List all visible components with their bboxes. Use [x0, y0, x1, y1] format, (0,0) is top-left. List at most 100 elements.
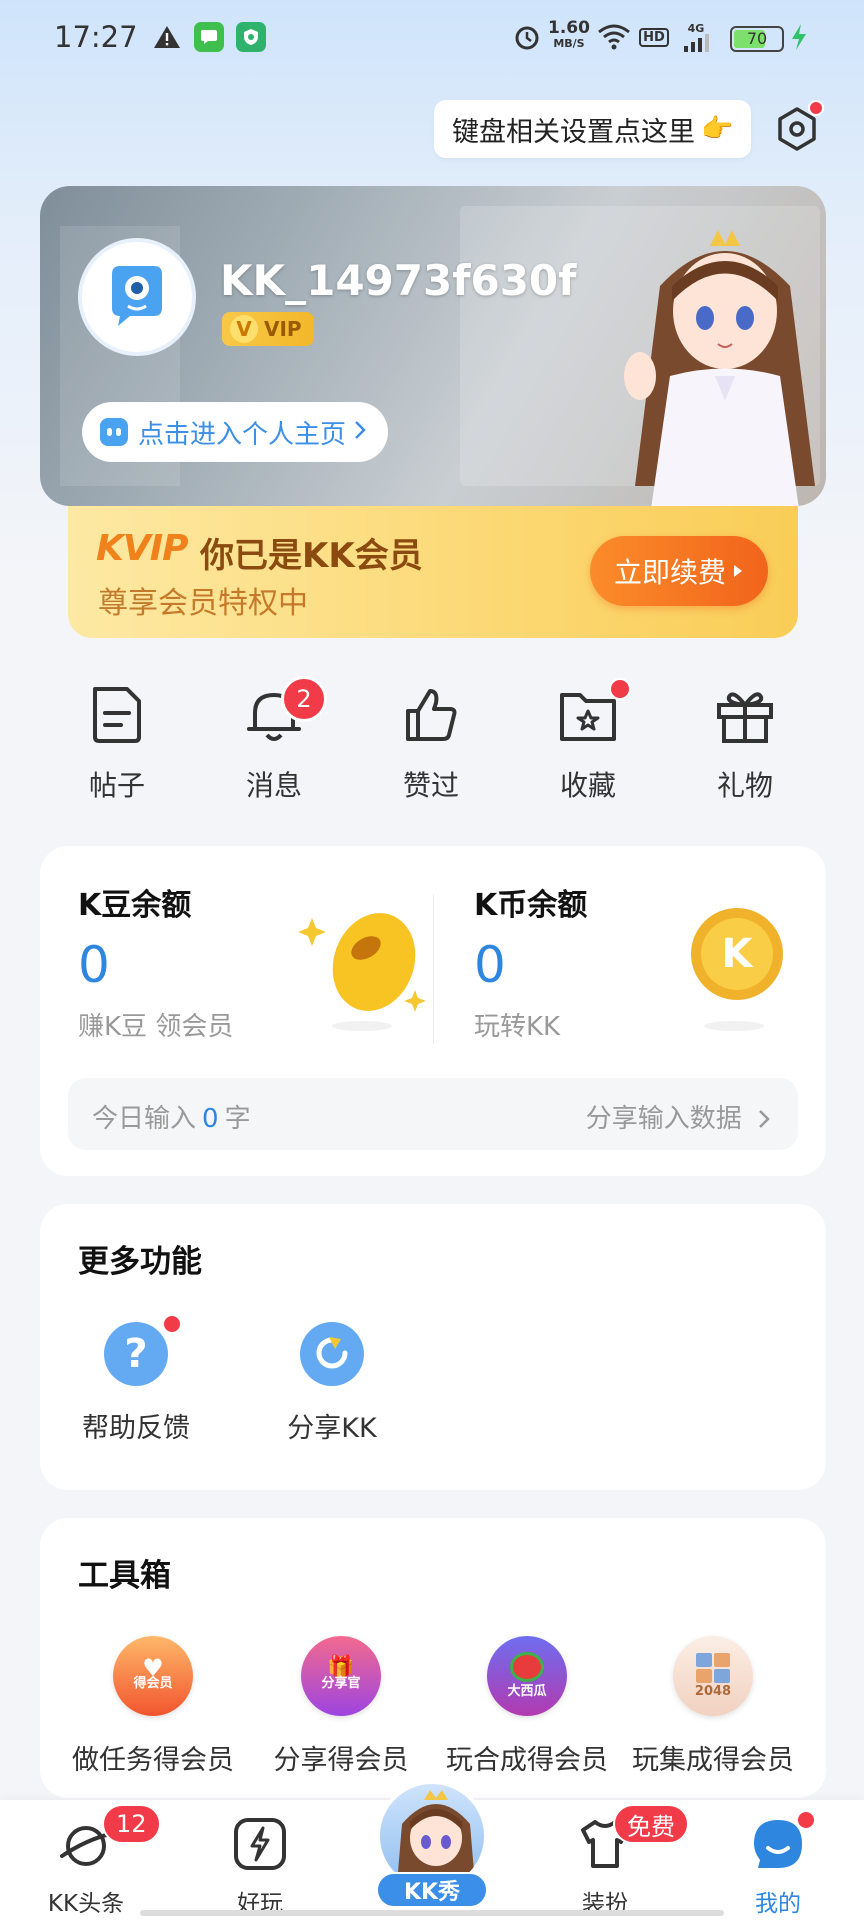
tshirt-icon: 免费: [575, 1804, 689, 1874]
help-feedback-button[interactable]: ? 帮助反馈: [56, 1314, 216, 1445]
hd-icon: HD: [639, 22, 669, 52]
charging-icon: [788, 22, 810, 52]
tool-badge-text: 大西瓜: [507, 1684, 547, 1699]
bean-balance-subtitle: 赚K豆 领会员: [78, 1012, 234, 1042]
battery-level: 70: [746, 29, 768, 48]
pointing-hand-icon: 👉: [701, 114, 734, 144]
status-bar: 17:27 1.60 MB/S HD 4G 70: [0, 0, 864, 78]
security-app-icon: [236, 22, 266, 52]
coin-letter: K: [721, 931, 753, 977]
function-label: 分享KK: [287, 1413, 377, 1444]
quick-action-favorites[interactable]: 收藏: [528, 678, 648, 810]
golden-bean-icon: [298, 913, 426, 1031]
share-input-data-link[interactable]: 分享输入数据: [586, 1098, 770, 1135]
nav-label: 我的: [755, 1891, 801, 1917]
input-stats-bar[interactable]: 今日输入 0 字 分享输入数据: [68, 1078, 798, 1150]
bean-balance-title: K豆余额: [78, 888, 192, 923]
nav-mine[interactable]: 我的: [718, 1810, 838, 1918]
settings-notification-dot: [808, 100, 824, 116]
net-speed-unit: MB/S: [553, 37, 585, 50]
document-icon: [82, 680, 152, 750]
nav-fun[interactable]: 好玩: [200, 1814, 320, 1918]
vip-status-title: 你已是KK会员: [200, 536, 423, 576]
tool-share-vip[interactable]: 🎁 分享官 分享得会员: [246, 1636, 436, 1777]
kk-show-label: KK秀: [376, 1872, 488, 1908]
toolbox-title: 工具箱: [78, 1558, 171, 1594]
more-functions-title: 更多功能: [78, 1244, 202, 1280]
help-glyph: ?: [124, 1331, 148, 1377]
k-coin-icon: K: [682, 904, 792, 1034]
mine-notification-dot: [796, 1810, 816, 1830]
nav-dress-up[interactable]: 免费 装扮: [545, 1804, 689, 1918]
today-input-number: 0: [202, 1104, 219, 1134]
signal-label: 4G: [687, 21, 705, 35]
tool-badge-text: 得会员: [133, 1676, 173, 1691]
share-input-label: 分享输入数据: [585, 1104, 742, 1134]
anime-character-illustration: [624, 230, 815, 506]
hd-label: HD: [639, 27, 669, 47]
tool-label: 分享得会员: [273, 1745, 409, 1776]
free-badge: 免费: [613, 1804, 689, 1844]
profile-card[interactable]: KK_14973f630f V VIP 点击进入个人主页: [40, 186, 826, 506]
signal-icon: 4G: [678, 22, 714, 52]
quick-action-posts[interactable]: 帖子: [57, 680, 177, 810]
share-kk-button[interactable]: 分享KK: [252, 1322, 412, 1445]
keyboard-tip-text: 键盘相关设置点这里: [452, 116, 695, 148]
watermelon-icon: 大西瓜: [487, 1636, 567, 1716]
headlines-count-badge: 12: [102, 1804, 161, 1844]
tool-2048-vip[interactable]: 2048 玩集成得会员: [618, 1636, 808, 1777]
tool-badge-text: 分享官: [321, 1676, 361, 1691]
profile-bubble-icon: [748, 1810, 816, 1874]
help-notification-dot: [162, 1314, 182, 1334]
username: KK_14973f630f: [220, 256, 577, 305]
tool-label: 做任务得会员: [72, 1745, 234, 1776]
today-input-prefix: 今日输入: [92, 1104, 197, 1134]
today-input-suffix: 字: [224, 1104, 251, 1134]
status-time: 17:27: [54, 20, 138, 54]
wifi-icon: [596, 22, 632, 52]
lightning-icon: [230, 1814, 290, 1874]
settings-button[interactable]: [772, 100, 824, 154]
gift-box-icon: 🎁 分享官: [301, 1636, 381, 1716]
tool-label: 玩集成得会员: [632, 1745, 794, 1776]
vip-label: VIP: [264, 317, 302, 341]
favorites-notification-dot: [609, 678, 631, 700]
tool-badge-text: 2048: [694, 1684, 732, 1699]
vip-banner[interactable]: KVIP 你已是KK会员 尊享会员特权中 立即续费: [68, 506, 798, 638]
vip-status-subtitle: 尊享会员特权中: [98, 586, 308, 621]
quick-action-messages[interactable]: 2 消息: [214, 676, 334, 810]
tool-label: 玩合成得会员: [446, 1745, 608, 1776]
home-indicator[interactable]: [140, 1910, 724, 1916]
chat-app-icon: [194, 22, 224, 52]
nav-kk-headlines[interactable]: 12 KK头条: [26, 1804, 161, 1918]
kk-mascot-avatar-icon: [112, 266, 162, 326]
kvip-logo: KVIP: [96, 528, 189, 569]
avatar[interactable]: [78, 238, 196, 356]
quick-action-label: 帖子: [88, 769, 145, 802]
quick-action-gifts[interactable]: 礼物: [685, 680, 805, 810]
function-label: 帮助反馈: [82, 1413, 190, 1444]
vip-badge: V VIP: [222, 312, 314, 346]
net-speed-value: 1.60: [548, 18, 590, 38]
coin-balance-value: 0: [474, 936, 506, 994]
gift-icon: [710, 680, 780, 750]
tool-merge-vip[interactable]: 大西瓜 玩合成得会员: [432, 1636, 622, 1777]
robot-icon: [100, 418, 128, 446]
nav-kk-show[interactable]: KK秀: [368, 1780, 496, 1908]
renew-vip-button[interactable]: 立即续费: [590, 536, 768, 606]
warning-icon: [152, 22, 182, 52]
quick-action-label: 赞过: [402, 769, 459, 802]
folder-star-icon: [553, 678, 631, 750]
quick-action-label: 消息: [245, 769, 302, 802]
battery-indicator: 70: [730, 26, 784, 52]
toolbox-card: 工具箱 ♥ 得会员 做任务得会员 🎁 分享官 分享得会员 大西瓜 玩合成得会员: [40, 1518, 826, 1798]
chevron-right-icon: [759, 1110, 770, 1128]
coin-balance-title: K币余额: [474, 888, 588, 923]
profile-homepage-button[interactable]: 点击进入个人主页: [82, 402, 389, 462]
keyboard-settings-tip[interactable]: 键盘相关设置点这里 👉: [434, 100, 752, 158]
tool-task-vip[interactable]: ♥ 得会员 做任务得会员: [58, 1636, 248, 1777]
nav-label: KK头条: [47, 1891, 125, 1917]
coin-balance-subtitle: 玩转KK: [474, 1012, 561, 1042]
alarm-icon: [512, 22, 542, 52]
quick-action-liked[interactable]: 赞过: [371, 680, 491, 810]
